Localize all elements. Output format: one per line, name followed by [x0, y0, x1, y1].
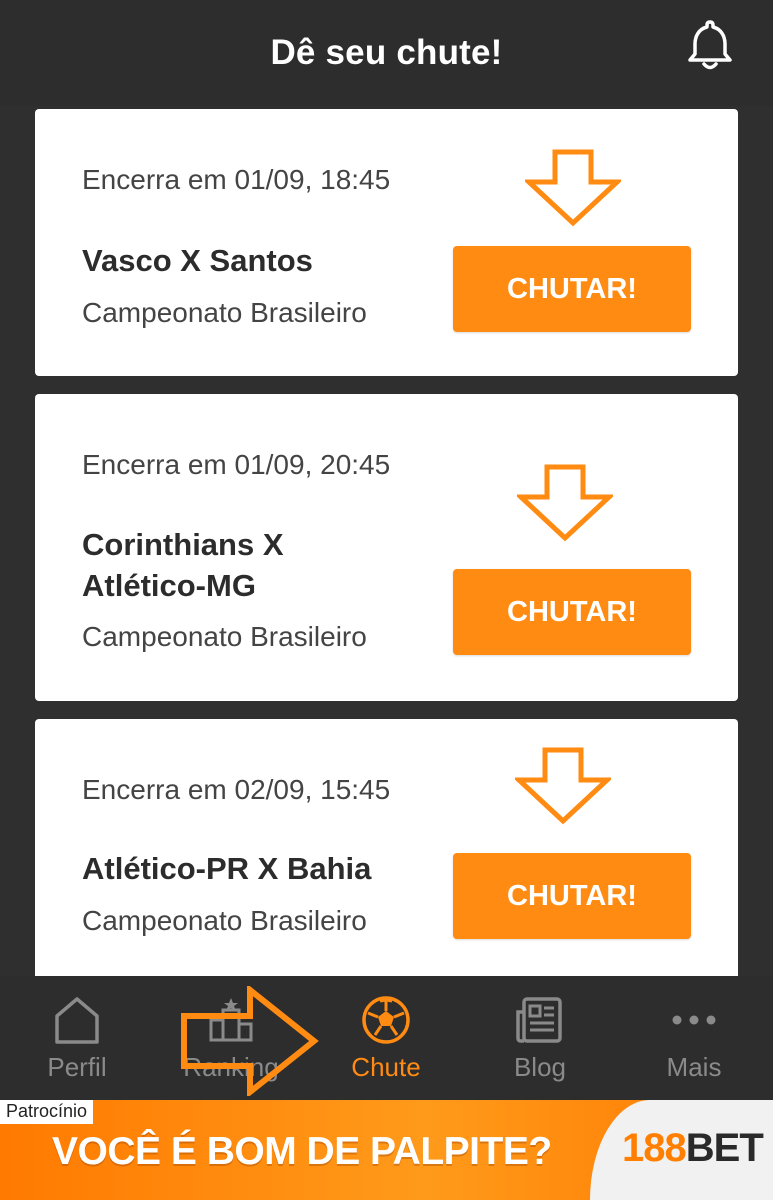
bottom-nav: Perfil Ranking Chute Blog Mais: [0, 976, 773, 1100]
soccer-ball-icon: [362, 996, 410, 1044]
newspaper-icon: [516, 997, 562, 1043]
match-title: Atlético-PR X Bahia: [82, 851, 372, 886]
match-title: Corinthians X Atlético-MG: [82, 527, 284, 603]
app-header: Dê seu chute!: [0, 0, 773, 106]
match-card: Encerra em 01/09, 18:45 Vasco X Santos C…: [35, 109, 738, 376]
nav-item-chute[interactable]: Chute: [309, 976, 463, 1100]
nav-item-perfil[interactable]: Perfil: [0, 976, 154, 1100]
closing-time: Encerra em 01/09, 20:45: [82, 449, 391, 480]
closing-time: Encerra em 01/09, 18:45: [82, 164, 391, 195]
nav-label: Chute: [351, 1052, 421, 1082]
right-arrow-icon: [181, 986, 319, 1096]
ad-brand-number: 188: [622, 1126, 687, 1170]
match-title: Vasco X Santos: [82, 243, 313, 278]
nav-label: Perfil: [47, 1052, 107, 1082]
match-card: Encerra em 01/09, 20:45 Corinthians X At…: [35, 394, 738, 701]
ad-brand-logo: 188BET: [622, 1126, 764, 1171]
down-arrow-icon: [515, 747, 611, 825]
league-name: Campeonato Brasileiro: [82, 621, 367, 652]
bell-icon[interactable]: [685, 18, 735, 72]
sponsor-label: Patrocínio: [0, 1100, 94, 1124]
league-name: Campeonato Brasileiro: [82, 297, 367, 328]
down-arrow-icon: [517, 464, 613, 542]
ad-brand-word: BET: [685, 1126, 764, 1170]
nav-label: Mais: [666, 1052, 722, 1082]
match-card: Encerra em 02/09, 15:45 Atlético-PR X Ba…: [35, 719, 738, 976]
match-list[interactable]: Encerra em 01/09, 18:45 Vasco X Santos C…: [0, 106, 773, 976]
down-arrow-icon: [525, 149, 621, 227]
chutar-button[interactable]: CHUTAR!: [453, 246, 691, 332]
ad-headline: VOCÊ É BOM DE PALPITE?: [52, 1130, 552, 1173]
ad-banner[interactable]: VOCÊ É BOM DE PALPITE? 188BET Patrocínio: [0, 1100, 773, 1200]
home-icon: [55, 997, 99, 1044]
nav-item-mais[interactable]: Mais: [617, 976, 771, 1100]
page-title: Dê seu chute!: [270, 33, 503, 72]
nav-item-blog[interactable]: Blog: [463, 976, 617, 1100]
chutar-button[interactable]: CHUTAR!: [453, 569, 691, 655]
nav-label: Blog: [513, 1052, 567, 1082]
closing-time: Encerra em 02/09, 15:45: [82, 774, 391, 805]
chutar-button[interactable]: CHUTAR!: [453, 853, 691, 939]
more-dots-icon: [672, 1015, 716, 1025]
league-name: Campeonato Brasileiro: [82, 905, 367, 936]
